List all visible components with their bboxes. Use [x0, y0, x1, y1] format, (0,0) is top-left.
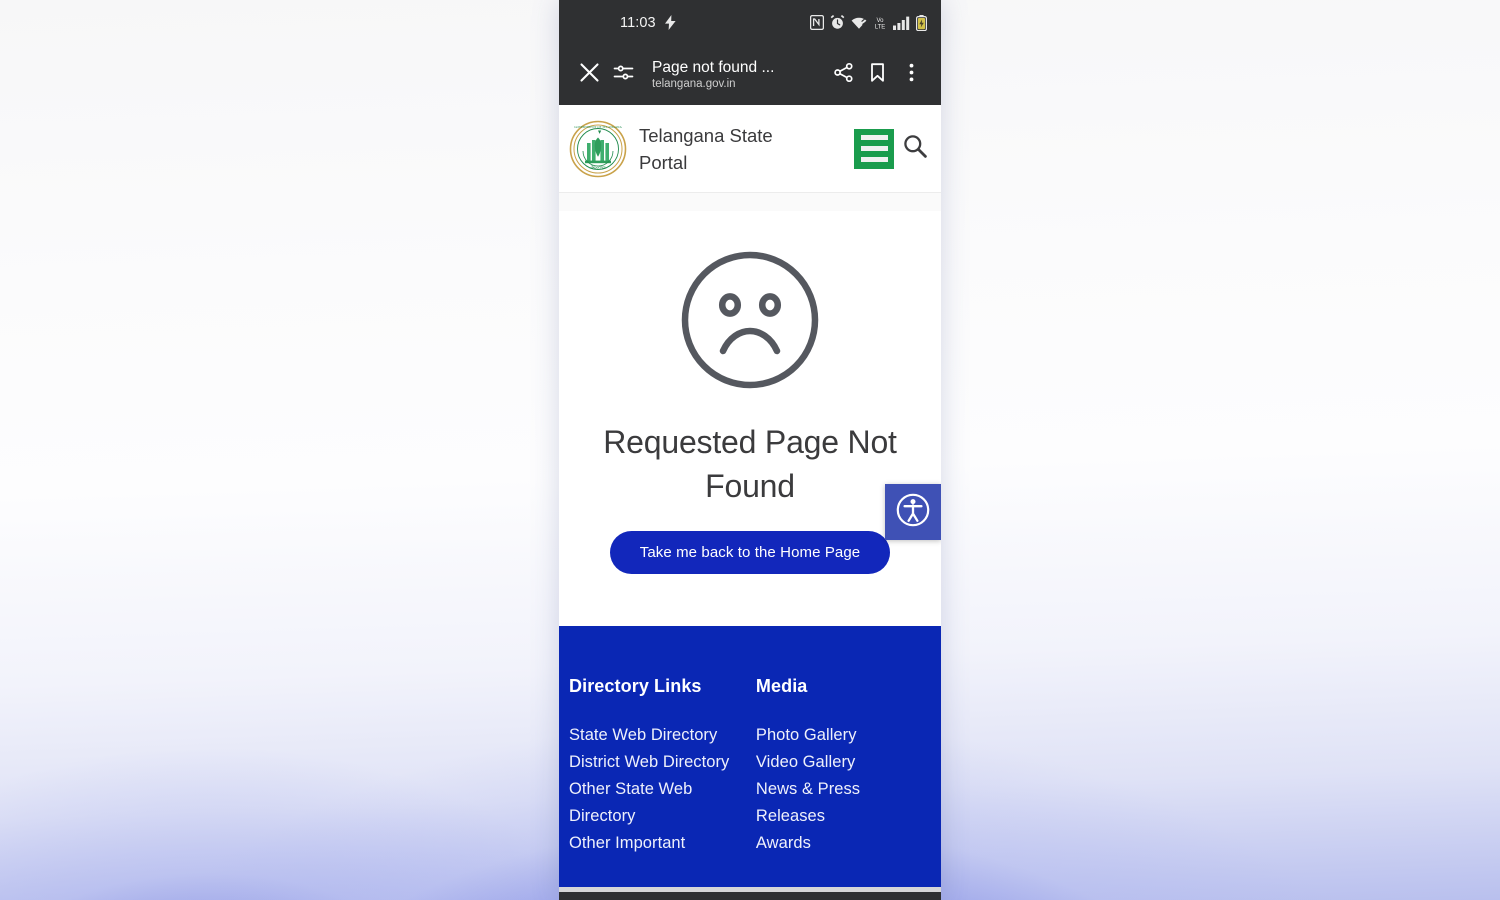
hamburger-bar — [860, 157, 888, 162]
footer-link[interactable]: District Web Directory — [569, 749, 756, 776]
status-time: 11:03 — [620, 14, 656, 31]
site-header: తెలంగాణ GOVERNMENT OF TELANGANA Telangan… — [559, 105, 941, 193]
bookmark-icon — [867, 62, 888, 88]
share-button[interactable] — [826, 58, 860, 92]
page-not-found-heading: Requested Page Not Found — [603, 424, 897, 504]
hamburger-menu-icon[interactable] — [854, 128, 894, 169]
system-nav-bar — [559, 892, 941, 900]
alarm-icon — [830, 15, 845, 30]
error-content: Requested Page Not Found Take me back to… — [559, 211, 941, 626]
telangana-emblem: తెలంగాణ GOVERNMENT OF TELANGANA — [569, 120, 627, 178]
page-settings-button[interactable] — [606, 58, 640, 92]
footer-link[interactable]: Other Important — [569, 830, 756, 857]
page-title: Page not found ... — [652, 58, 775, 76]
phone-screenshot: 11:03 Vo LTE Page not found ... telangan… — [559, 0, 941, 900]
site-footer: Directory Links State Web Directory Dist… — [559, 626, 941, 887]
site-header-actions — [854, 128, 929, 169]
go-home-button[interactable]: Take me back to the Home Page — [609, 531, 891, 574]
bookmark-button[interactable] — [860, 58, 894, 92]
footer-column-directory-links: Directory Links State Web Directory Dist… — [569, 676, 756, 857]
svg-text:తెలంగాణ: తెలంగాణ — [590, 164, 606, 169]
status-bar-right: Vo LTE — [810, 14, 927, 31]
flash-icon — [664, 15, 676, 30]
footer-link[interactable]: Other State Web Directory — [569, 776, 756, 830]
home-button-wrapper: Take me back to the Home Page — [559, 531, 941, 574]
volte-icon: Vo LTE — [873, 15, 887, 30]
overflow-menu-button[interactable] — [894, 58, 928, 92]
page-settings-icon — [613, 62, 634, 88]
hamburger-bar — [860, 135, 888, 140]
battery-icon — [916, 14, 927, 31]
browser-toolbar: Page not found ... telangana.gov.in — [559, 45, 941, 105]
page-info[interactable]: Page not found ... telangana.gov.in — [652, 59, 820, 92]
svg-text:GOVERNMENT OF TELANGANA: GOVERNMENT OF TELANGANA — [574, 125, 622, 129]
close-icon — [579, 62, 600, 88]
footer-heading: Media — [755, 676, 808, 696]
wifi-icon — [851, 16, 867, 30]
share-icon — [833, 62, 854, 88]
footer-columns: Directory Links State Web Directory Dist… — [569, 676, 931, 857]
search-icon — [902, 133, 928, 164]
accessibility-widget-button[interactable] — [885, 484, 941, 540]
svg-text:LTE: LTE — [875, 24, 886, 30]
footer-link[interactable]: Photo Gallery — [756, 722, 931, 749]
footer-link[interactable]: State Web Directory — [569, 722, 756, 749]
footer-link[interactable]: News & Press Releases — [756, 776, 931, 830]
nfc-icon — [810, 15, 824, 30]
status-bar: 11:03 Vo LTE — [559, 0, 941, 45]
site-title: Telangana State Portal — [639, 124, 773, 173]
accessibility-icon — [895, 492, 931, 533]
signal-icon — [893, 16, 910, 30]
footer-column-media: Media Photo Gallery Video Gallery News &… — [756, 676, 931, 857]
footer-link[interactable]: Video Gallery — [756, 749, 931, 776]
page-url: telangana.gov.in — [652, 77, 736, 90]
overflow-menu-icon — [901, 62, 922, 88]
search-button[interactable] — [901, 135, 929, 163]
footer-heading: Directory Links — [569, 676, 702, 696]
close-button[interactable] — [572, 58, 606, 92]
sad-face-wrapper — [559, 247, 941, 398]
header-divider — [559, 193, 941, 211]
sad-face-icon — [677, 247, 823, 398]
status-bar-left: 11:03 — [620, 15, 676, 31]
hamburger-bar — [860, 146, 888, 151]
svg-text:Vo: Vo — [876, 18, 884, 24]
footer-link[interactable]: Awards — [756, 830, 931, 857]
